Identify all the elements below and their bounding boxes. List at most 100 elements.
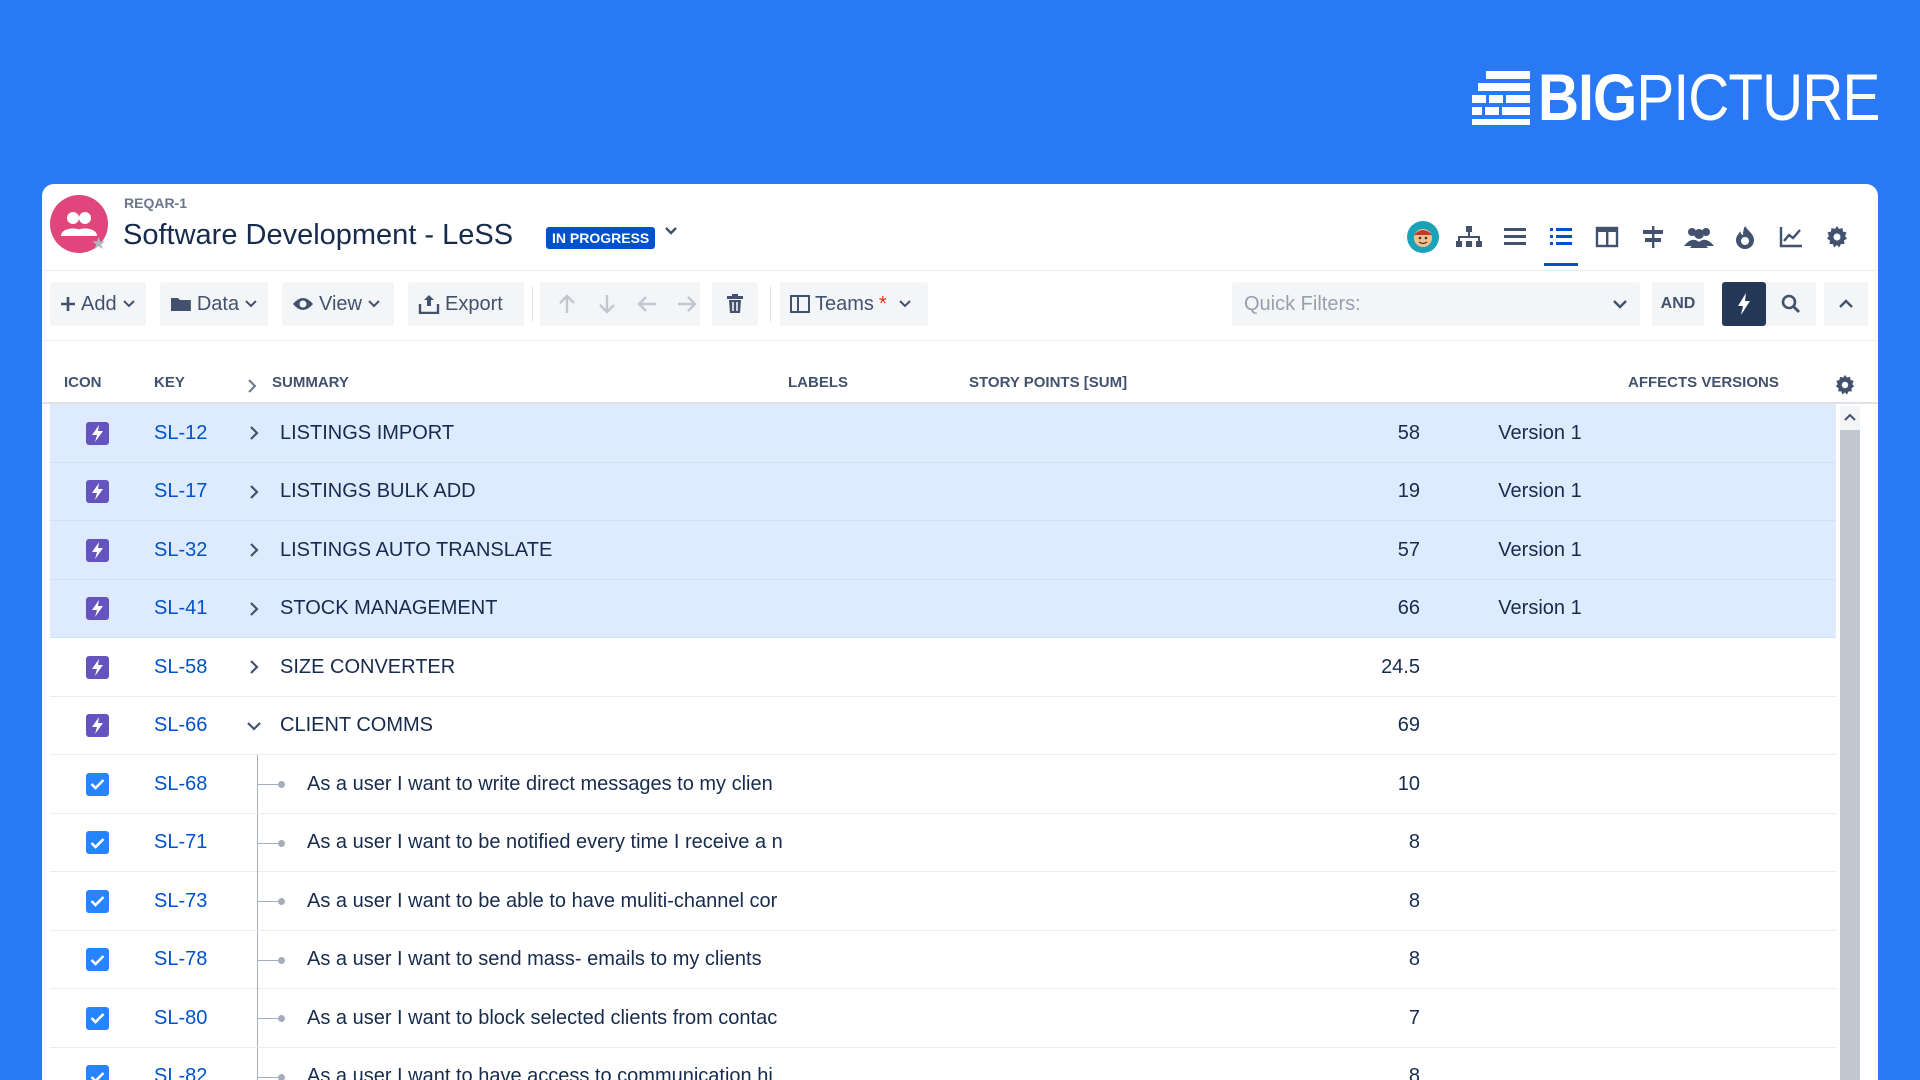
plus-icon	[61, 297, 75, 311]
affects-version-value	[1460, 989, 1620, 1047]
table-row[interactable]: SL-82 As a user I want to have access to…	[50, 1047, 1836, 1080]
vertical-scrollbar[interactable]	[1840, 406, 1860, 1080]
issue-key-link[interactable]: SL-73	[154, 872, 207, 930]
arrow-right-icon[interactable]	[676, 293, 698, 315]
arrow-down-icon[interactable]	[596, 293, 618, 315]
expand-row-chevron-icon[interactable]	[246, 463, 262, 521]
data-button[interactable]: Data	[160, 282, 268, 326]
issue-summary[interactable]: STOCK MANAGEMENT	[280, 580, 826, 638]
issue-key-link[interactable]: SL-68	[154, 755, 207, 813]
epic-issue-type-icon	[86, 404, 109, 462]
issue-summary[interactable]: LISTINGS AUTO TRANSLATE	[280, 521, 826, 579]
table-row[interactable]: SL-73 As a user I want to be able to hav…	[50, 872, 1836, 931]
issue-summary[interactable]: As a user I want to be notified every ti…	[307, 814, 826, 872]
column-affects-versions[interactable]: AFFECTS VERSIONS	[1628, 374, 1779, 391]
tree-line	[257, 1047, 258, 1080]
issue-summary[interactable]: LISTINGS IMPORT	[280, 404, 826, 462]
issue-key-link[interactable]: SL-12	[154, 404, 207, 462]
arrow-up-icon[interactable]	[556, 293, 578, 315]
search-button[interactable]	[1766, 282, 1816, 326]
board-view-icon[interactable]	[1590, 220, 1624, 254]
table-row[interactable]: SL-32 LISTINGS AUTO TRANSLATE 57 Version…	[50, 521, 1836, 580]
teams-view-icon[interactable]	[1682, 220, 1716, 254]
issue-key-link[interactable]: SL-80	[154, 989, 207, 1047]
structure-view-icon[interactable]	[1544, 220, 1578, 266]
issue-key-link[interactable]: SL-78	[154, 931, 207, 989]
table-row[interactable]: SL-78 As a user I want to send mass- ema…	[50, 930, 1836, 989]
risks-view-icon[interactable]	[1728, 220, 1762, 254]
roadmap-view-icon[interactable]	[1636, 220, 1670, 254]
story-issue-type-icon	[86, 931, 109, 989]
search-icon	[1781, 294, 1800, 313]
issue-summary[interactable]: As a user I want to be able to have muli…	[307, 872, 826, 930]
view-button[interactable]: View	[282, 282, 394, 326]
column-story-points[interactable]: STORY POINTS [SUM]	[969, 374, 1127, 391]
table-row[interactable]: SL-80 As a user I want to block selected…	[50, 989, 1836, 1048]
issue-summary[interactable]: As a user I want to send mass- emails to…	[307, 931, 826, 989]
table-row[interactable]: SL-12 LISTINGS IMPORT 58 Version 1	[50, 404, 1836, 463]
expand-row-chevron-icon[interactable]	[246, 638, 262, 696]
toolbar-divider-line	[42, 340, 1878, 341]
issue-key-link[interactable]: SL-82	[154, 1048, 207, 1080]
column-settings-gear-icon[interactable]	[1834, 374, 1856, 396]
reports-view-icon[interactable]	[1774, 220, 1808, 254]
story-points-value: 19	[1397, 480, 1420, 502]
issue-summary[interactable]: As a user I want to write direct message…	[307, 755, 826, 813]
arrow-left-icon[interactable]	[636, 293, 658, 315]
quick-filters-select[interactable]: Quick Filters:	[1232, 282, 1640, 326]
scroll-up-icon[interactable]	[1843, 410, 1857, 424]
issue-key-link[interactable]: SL-17	[154, 463, 207, 521]
and-toggle-button[interactable]: AND	[1652, 282, 1704, 326]
hierarchy-view-icon[interactable]	[1452, 220, 1486, 254]
issue-summary[interactable]: CLIENT COMMS	[280, 697, 826, 755]
issue-key-link[interactable]: SL-32	[154, 521, 207, 579]
issue-summary[interactable]: SIZE CONVERTER	[280, 638, 826, 696]
story-issue-type-icon	[86, 814, 109, 872]
chevron-down-icon	[898, 300, 911, 308]
tree-node-dot	[278, 781, 285, 788]
expand-all-chevron-icon[interactable]	[246, 378, 258, 394]
favorite-star-icon[interactable]: ★	[91, 234, 106, 254]
status-chevron-down-icon[interactable]	[662, 222, 680, 240]
view-switcher	[1406, 220, 1854, 266]
table-row[interactable]: SL-68 As a user I want to write direct m…	[50, 755, 1836, 814]
user-face-icon	[1414, 229, 1432, 247]
table-row[interactable]: SL-17 LISTINGS BULK ADD 19 Version 1	[50, 462, 1836, 521]
expand-row-chevron-icon[interactable]	[246, 404, 262, 462]
table-header: ICON KEY SUMMARY LABELS STORY POINTS [SU…	[42, 362, 1878, 404]
eye-icon	[293, 298, 313, 310]
scrollbar-thumb[interactable]	[1840, 430, 1860, 1080]
collapse-toolbar-button[interactable]	[1824, 282, 1868, 326]
add-button[interactable]: Add	[50, 282, 146, 326]
table-row[interactable]: SL-58 SIZE CONVERTER 24.5	[50, 638, 1836, 697]
column-summary[interactable]: SUMMARY	[272, 374, 349, 391]
issue-summary[interactable]: As a user I want to block selected clien…	[307, 989, 826, 1047]
tree-branch	[257, 842, 279, 844]
column-key[interactable]: KEY	[154, 374, 185, 391]
lightning-filter-button[interactable]	[1722, 282, 1766, 326]
collapse-row-chevron-icon[interactable]	[246, 697, 262, 755]
story-points-value: 8	[1408, 948, 1420, 970]
issue-summary[interactable]: As a user I want to have access to commu…	[307, 1048, 826, 1080]
expand-row-chevron-icon[interactable]	[246, 521, 262, 579]
story-points-value: 58	[1397, 421, 1420, 444]
user-avatar[interactable]	[1406, 220, 1440, 254]
issue-summary[interactable]: LISTINGS BULK ADD	[280, 463, 826, 521]
overview-view-icon[interactable]	[1498, 220, 1532, 254]
issue-key-link[interactable]: SL-41	[154, 580, 207, 638]
column-icon[interactable]: ICON	[64, 374, 102, 391]
status-badge[interactable]: IN PROGRESS	[546, 227, 656, 249]
affects-version-value: Version 1	[1498, 421, 1582, 444]
expand-row-chevron-icon[interactable]	[246, 580, 262, 638]
table-row[interactable]: SL-71 As a user I want to be notified ev…	[50, 813, 1836, 872]
export-button[interactable]: Export	[408, 282, 524, 326]
issue-key-link[interactable]: SL-58	[154, 638, 207, 696]
table-row[interactable]: SL-66 CLIENT COMMS 69	[50, 697, 1836, 755]
issue-key-link[interactable]: SL-66	[154, 697, 207, 755]
issue-key-link[interactable]: SL-71	[154, 814, 207, 872]
settings-gear-icon[interactable]	[1820, 220, 1854, 254]
delete-button[interactable]	[712, 282, 758, 326]
table-row[interactable]: SL-41 STOCK MANAGEMENT 66 Version 1	[50, 579, 1836, 638]
column-labels[interactable]: LABELS	[788, 374, 848, 391]
teams-button[interactable]: Teams *	[780, 282, 928, 326]
